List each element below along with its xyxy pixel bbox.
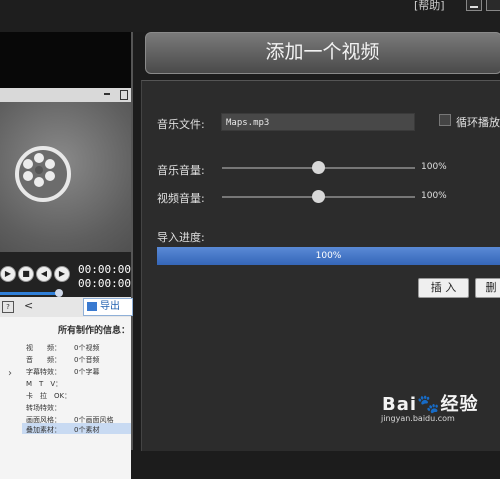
video-volume-value: 100%	[421, 191, 447, 201]
import-progress-label: 导入进度:	[157, 231, 205, 244]
help-icon[interactable]: ?	[2, 301, 14, 313]
minimize-button[interactable]	[466, 0, 482, 11]
info-row: 卡 拉 OK：	[26, 392, 72, 400]
music-volume-value: 100%	[421, 162, 447, 172]
loop-label: 循环播放	[456, 116, 500, 129]
info-row: 视 频： 0个视频	[26, 344, 100, 352]
music-file-input[interactable]: Maps.mp3	[221, 113, 415, 131]
baidu-watermark-logo: Bai🐾经验	[382, 394, 479, 415]
film-reel-icon	[15, 146, 71, 202]
info-row: 转场特效：	[26, 404, 61, 412]
prev-frame-icon[interactable]: ◀	[36, 266, 52, 282]
info-title: 所有制作的信息：	[58, 326, 131, 336]
info-row: 音 频： 0个音频	[26, 356, 100, 364]
share-icon[interactable]: <	[24, 299, 33, 312]
help-menu[interactable]: [帮助]	[414, 0, 445, 12]
music-volume-knob[interactable]	[312, 161, 325, 174]
current-time: 00:00:00	[78, 263, 131, 276]
stop-icon[interactable]: ■	[18, 266, 34, 282]
insert-button[interactable]: 插 入	[418, 278, 469, 298]
next-frame-icon[interactable]: ▶	[54, 266, 70, 282]
player-top-area	[0, 32, 131, 88]
music-file-label: 音乐文件:	[157, 118, 205, 131]
music-volume-label: 音乐音量:	[157, 164, 205, 177]
seek-bar[interactable]	[0, 292, 60, 295]
expand-arrow-icon[interactable]: ›	[8, 368, 12, 379]
info-row: M T V：	[26, 380, 63, 388]
export-icon	[87, 301, 97, 311]
play-icon[interactable]: ▶	[0, 266, 16, 282]
video-volume-knob[interactable]	[312, 190, 325, 203]
info-row: 字幕特效： 0个字幕	[26, 368, 100, 376]
import-progress-text: 100%	[315, 251, 342, 261]
dialog-title: 添加一个视频	[265, 41, 380, 63]
baidu-watermark-url: jingyan.baidu.com	[381, 414, 455, 423]
player-titlebar	[0, 88, 131, 102]
seek-knob[interactable]	[55, 289, 63, 297]
total-time: 00:00:00	[78, 277, 131, 290]
info-row: 画面风格： 0个画面风格	[26, 416, 114, 424]
delete-button[interactable]: 删	[475, 278, 500, 298]
player-restore-icon[interactable]	[120, 90, 128, 100]
info-row: 叠加素材： 0个素材	[26, 426, 100, 434]
loop-checkbox[interactable]	[439, 114, 451, 126]
maximize-button[interactable]	[486, 0, 500, 11]
export-button[interactable]: 导出	[83, 298, 133, 316]
video-volume-label: 视频音量:	[157, 192, 205, 205]
player-minimize-icon[interactable]	[104, 93, 110, 95]
